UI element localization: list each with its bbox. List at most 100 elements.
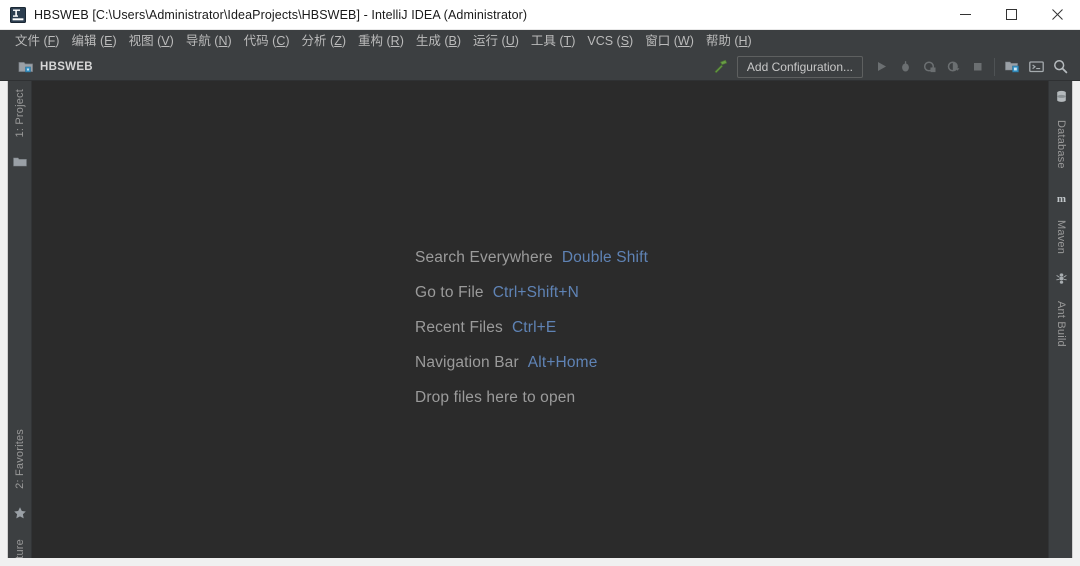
hint-label: Go to File — [415, 284, 484, 301]
menu-item-build[interactable]: 生成 (B) — [410, 33, 467, 51]
module-icon — [18, 59, 34, 75]
toolbar-separator — [994, 57, 995, 76]
window-controls — [942, 0, 1080, 30]
title-bar: HBSWEB [C:\Users\Administrator\IdeaProje… — [0, 0, 1080, 30]
sidebar-item-label: Database — [1055, 119, 1067, 169]
profile-icon[interactable] — [941, 55, 965, 79]
editor-hint-list: Search Everywhere Double Shift Go to Fil… — [415, 249, 648, 407]
menu-item-refactor[interactable]: 重构 (R) — [352, 33, 410, 51]
menu-item-view[interactable]: 视图 (V) — [123, 33, 180, 51]
sidebar-item-database[interactable]: Database — [1049, 109, 1073, 179]
run-icon[interactable] — [869, 55, 893, 79]
menu-mnemonic: H — [738, 33, 748, 48]
search-icon[interactable] — [1048, 55, 1072, 79]
window-frame-right — [1072, 81, 1080, 566]
sidebar-item-ant-build[interactable]: Ant Build — [1049, 291, 1073, 357]
add-configuration-button[interactable]: Add Configuration... — [736, 55, 863, 78]
right-tool-window-stripe: Database m Maven Ant Build — [1048, 81, 1073, 566]
debug-icon[interactable] — [893, 55, 917, 79]
menu-item-code[interactable]: 代码 (C) — [238, 33, 296, 51]
menu-mnemonic: Z — [334, 33, 342, 48]
menu-label: 工具 — [530, 33, 556, 48]
main-area: 1: Project 2: Favorites 7: Structure — [0, 81, 1080, 566]
menu-item-navigate[interactable]: 导航 (N) — [180, 33, 238, 51]
minimize-button[interactable] — [942, 0, 988, 30]
menu-label: 编辑 — [71, 33, 97, 48]
intellij-idea-icon — [10, 6, 26, 23]
menu-item-vcs[interactable]: VCS (S) — [581, 33, 639, 51]
navigation-bar: HBSWEB — [0, 59, 709, 75]
hint-label: Recent Files — [415, 319, 503, 336]
hammer-icon[interactable] — [709, 55, 733, 79]
menu-mnemonic: C — [276, 33, 286, 48]
menu-label: VCS — [587, 33, 614, 48]
menu-mnemonic: V — [161, 33, 170, 48]
sidebar-item-label: Ant Build — [1055, 301, 1067, 347]
intellij-idea-window: HBSWEB [C:\Users\Administrator\IdeaProje… — [0, 0, 1080, 566]
menu-mnemonic: R — [390, 33, 400, 48]
hint-label: Search Everywhere — [415, 249, 553, 266]
sidebar-item-favorites[interactable]: 2: Favorites — [8, 416, 31, 502]
menu-label: 运行 — [473, 33, 499, 48]
menu-bar: 文件 (F) 编辑 (E) 视图 (V) 导航 (N) 代码 (C) 分析 (Z… — [0, 30, 1080, 53]
ant-icon[interactable] — [1049, 269, 1073, 287]
menu-item-tools[interactable]: 工具 (T) — [525, 33, 581, 51]
hint-shortcut: Ctrl+Shift+N — [492, 284, 579, 301]
sidebar-item-maven[interactable]: Maven — [1049, 211, 1073, 263]
menu-mnemonic: S — [620, 33, 630, 48]
window-frame-right-edge — [1072, 81, 1073, 566]
left-tool-window-stripe: 1: Project 2: Favorites 7: Structure — [8, 81, 32, 566]
main-toolbar: HBSWEB Add Configuration... — [0, 53, 1080, 81]
hint-row-search-everywhere: Search Everywhere Double Shift — [415, 249, 648, 267]
menu-item-edit[interactable]: 编辑 (E) — [65, 33, 122, 51]
close-button[interactable] — [1034, 0, 1080, 30]
menu-mnemonic: N — [218, 33, 228, 48]
terminal-icon[interactable] — [1024, 55, 1048, 79]
menu-item-file[interactable]: 文件 (F) — [9, 33, 65, 51]
menu-item-run[interactable]: 运行 (U) — [467, 33, 525, 51]
menu-label: 分析 — [301, 33, 327, 48]
hint-shortcut: Alt+Home — [527, 354, 598, 371]
hint-label: Navigation Bar — [415, 354, 519, 371]
hint-row-navigation-bar: Navigation Bar Alt+Home — [415, 354, 648, 372]
stop-icon[interactable] — [965, 55, 989, 79]
menu-label: 视图 — [128, 33, 154, 48]
run-with-coverage-icon[interactable] — [917, 55, 941, 79]
folder-icon[interactable] — [8, 153, 31, 171]
maximize-button[interactable] — [988, 0, 1034, 30]
menu-item-window[interactable]: 窗口 (W) — [639, 33, 700, 51]
navbar-module-label[interactable]: HBSWEB — [40, 61, 93, 73]
menu-label: 重构 — [358, 33, 384, 48]
menu-item-analyze[interactable]: 分析 (Z) — [296, 33, 352, 51]
menu-label: 帮助 — [705, 33, 731, 48]
sidebar-item-project[interactable]: 1: Project — [8, 87, 31, 151]
menu-label: 文件 — [15, 33, 41, 48]
menu-mnemonic: U — [505, 33, 515, 48]
menu-item-help[interactable]: 帮助 (H) — [700, 33, 758, 51]
add-configuration-label: Add Configuration... — [746, 59, 853, 74]
hint-row-recent-files: Recent Files Ctrl+E — [415, 319, 648, 337]
menu-mnemonic: T — [563, 33, 572, 48]
sidebar-item-label: 2: Favorites — [13, 429, 26, 489]
sidebar-item-label: 1: Project — [13, 89, 26, 138]
svg-text:m: m — [1056, 193, 1065, 205]
hint-shortcut: Double Shift — [561, 249, 649, 266]
menu-mnemonic: F — [47, 33, 56, 48]
menu-label: 代码 — [243, 33, 269, 48]
hint-row-go-to-file: Go to File Ctrl+Shift+N — [415, 284, 648, 302]
window-title: HBSWEB [C:\Users\Administrator\IdeaProje… — [34, 7, 528, 22]
hint-row-drop-files: Drop files here to open — [415, 389, 648, 407]
menu-mnemonic: W — [677, 33, 690, 48]
window-frame-bottom — [0, 558, 1080, 566]
menu-label: 窗口 — [645, 33, 671, 48]
toolbar-right-group: Add Configuration... — [709, 55, 1080, 79]
project-structure-icon[interactable] — [1000, 55, 1024, 79]
menu-mnemonic: B — [448, 33, 457, 48]
menu-label: 导航 — [185, 33, 211, 48]
database-icon[interactable] — [1049, 87, 1073, 105]
menu-label: 生成 — [415, 33, 441, 48]
maven-icon[interactable]: m — [1049, 189, 1073, 207]
sidebar-item-label: Maven — [1055, 219, 1067, 255]
star-icon[interactable] — [8, 503, 31, 523]
menu-mnemonic: E — [104, 33, 113, 48]
